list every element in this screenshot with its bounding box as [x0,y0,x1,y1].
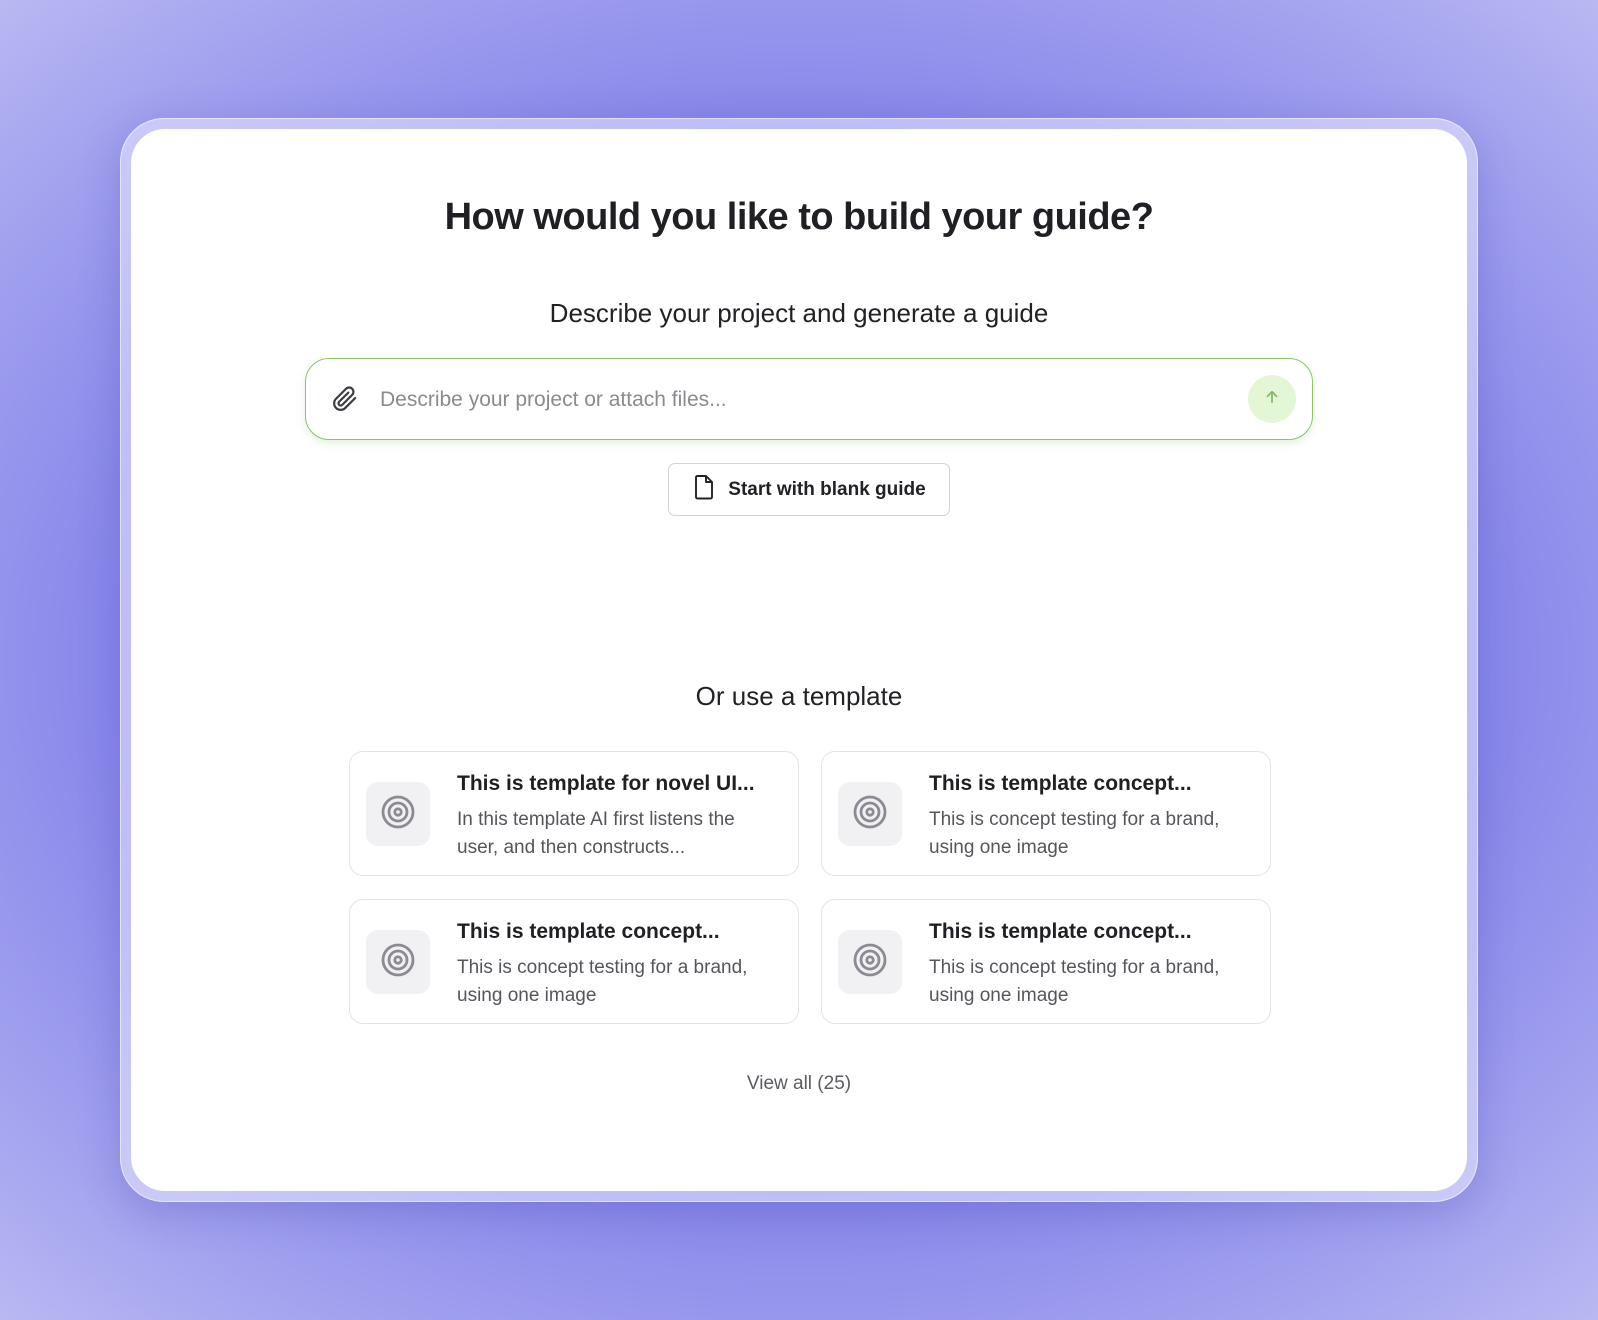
page-title: How would you like to build your guide? [444,196,1154,238]
generate-subtitle: Describe your project and generate a gui… [549,298,1049,328]
start-blank-guide-button[interactable]: Start with blank guide [668,463,950,516]
start-blank-guide-label: Start with blank guide [728,478,926,500]
arrow-up-icon [1263,388,1281,411]
target-icon [380,942,416,983]
template-card[interactable]: This is template concept... This is conc… [821,751,1271,876]
document-icon [692,474,716,505]
template-title: This is template for novel UI... [457,772,755,795]
template-icon-tile [838,930,902,994]
template-icon-tile [838,782,902,846]
paperclip-icon[interactable] [332,386,358,412]
send-button[interactable] [1248,375,1296,423]
template-title: This is template concept... [457,920,720,943]
template-description: In this template AI first listens the us… [457,809,735,858]
target-icon [380,794,416,835]
template-description: This is concept testing for a brand, usi… [929,957,1220,1006]
template-card[interactable]: This is template concept... This is conc… [349,899,799,1024]
project-prompt-box[interactable] [305,358,1313,440]
project-description-input[interactable] [378,379,1222,421]
template-description: This is concept testing for a brand, usi… [457,957,748,1006]
template-section-title: Or use a template [695,681,903,711]
target-icon [852,942,888,983]
template-card[interactable]: This is template for novel UI... In this… [349,751,799,876]
template-title: This is template concept... [929,772,1192,795]
template-card[interactable]: This is template concept... This is conc… [821,899,1271,1024]
template-icon-tile [366,782,430,846]
template-title: This is template concept... [929,920,1192,943]
build-guide-card [131,129,1467,1191]
target-icon [852,794,888,835]
template-description: This is concept testing for a brand, usi… [929,809,1220,858]
view-all-templates-link[interactable]: View all (25) [0,1073,1598,1095]
template-icon-tile [366,930,430,994]
